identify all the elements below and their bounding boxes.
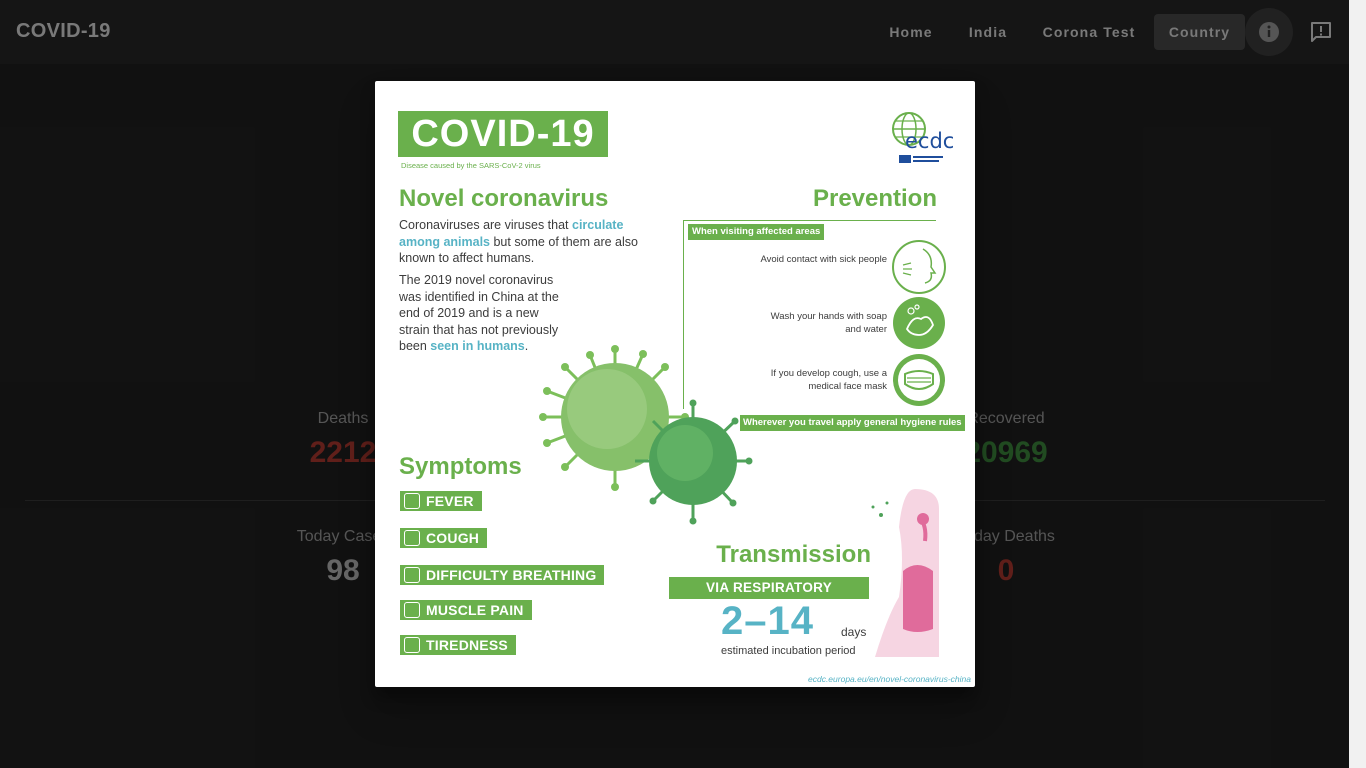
face-mask-icon — [893, 354, 945, 406]
infographic-title: COVID-19 — [398, 111, 608, 157]
symptom-cough: COUGH — [400, 528, 488, 548]
prevention-footer: Wherever you travel apply general hygien… — [740, 415, 965, 431]
ecdc-logo: ecdc — [887, 111, 954, 167]
symptom-muscle-pain: MUSCLE PAIN — [400, 600, 532, 620]
hand-wash-icon — [893, 297, 945, 349]
face-icon — [892, 240, 946, 294]
lungs-illustration — [871, 489, 939, 657]
novel-heading: Novel coronavirus — [399, 185, 609, 212]
ecdc-wordmark: ecdc — [905, 129, 955, 153]
source-url[interactable]: ecdc.europa.eu/en/novel-coronavirus-chin… — [795, 674, 971, 684]
symptom-fever: FEVER — [400, 491, 482, 511]
prevention-item-1: Avoid contact with sick people — [760, 254, 887, 265]
thermometer-icon — [404, 493, 420, 509]
lungs-icon — [404, 567, 420, 583]
novel-paragraph-1: Coronaviruses are viruses that circulate… — [399, 218, 638, 265]
infographic-subtitle: Disease caused by the SARS-CoV-2 virus — [401, 161, 541, 170]
prevention-item-3: If you develop cough, use a medical face… — [770, 368, 887, 392]
symptom-breathing: DIFFICULTY BREATHING — [400, 565, 605, 585]
incubation-label: estimated incubation period — [721, 645, 856, 657]
prevention-item-2: Wash your hands with soap and water — [770, 311, 887, 335]
symptom-tiredness: TIREDNESS — [400, 635, 516, 655]
transmission-tag: VIA RESPIRATORY DROPLETS — [669, 577, 869, 617]
cough-icon — [404, 530, 420, 546]
prevention-tag: When visiting affected areas — [688, 224, 825, 240]
symptoms-heading: Symptoms — [399, 453, 522, 480]
virus-illustration — [539, 345, 753, 525]
prevention-heading: Prevention — [812, 185, 937, 212]
incubation-value: 2–14 — [721, 599, 814, 643]
transmission-heading: Transmission — [716, 541, 871, 568]
incubation-unit: days — [841, 625, 867, 639]
info-dialog: COVID-19 Disease caused by the SARS-CoV-… — [375, 81, 975, 687]
novel-paragraph-2: The 2019 novel coronavirus was identifie… — [399, 273, 559, 353]
scrollbar[interactable] — [1349, 0, 1366, 768]
tiredness-icon — [404, 637, 420, 653]
muscle-icon — [404, 602, 420, 618]
